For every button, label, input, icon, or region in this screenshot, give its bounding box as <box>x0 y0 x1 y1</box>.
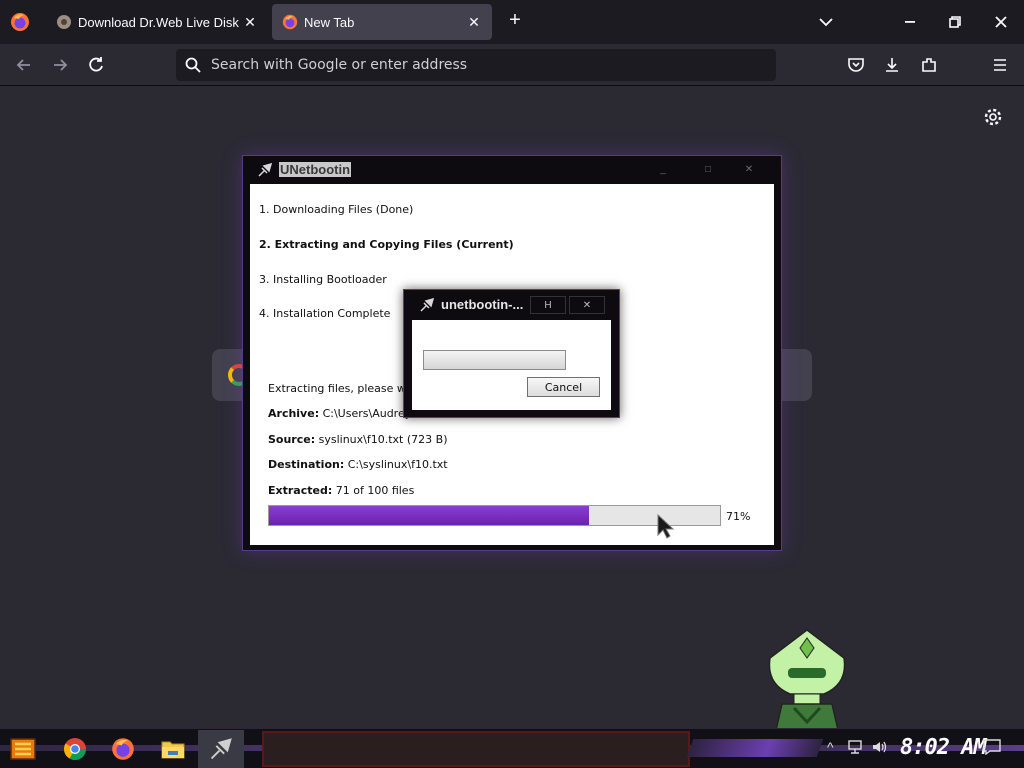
mouse-pointer-icon <box>656 513 678 540</box>
chevron-down-icon[interactable] <box>816 12 836 32</box>
destination-row: Destination: C:\syslinux\f10.txt <box>268 458 448 471</box>
dialog-title[interactable]: unetbootin-... <box>441 297 527 312</box>
cancel-button[interactable]: Cancel <box>527 377 600 397</box>
network-icon[interactable] <box>847 739 863 758</box>
step-installation-complete: 4. Installation Complete <box>259 307 391 320</box>
tab-title: New Tab <box>304 14 355 30</box>
unetbootin-dialog: unetbootin-... H ✕ Cancel <box>403 289 620 418</box>
window-title: UNetbootin <box>279 162 352 177</box>
source-row: Source: syslinux\f10.txt (723 B) <box>268 433 448 446</box>
tab-title: Download Dr.Web Live Disk 9 <box>78 14 242 30</box>
firefox-icon[interactable] <box>106 733 140 765</box>
firefox-icon[interactable] <box>10 12 30 32</box>
volume-icon[interactable] <box>871 739 887 758</box>
notification-icon[interactable] <box>983 739 1001 758</box>
tray-overflow-chevron[interactable]: ^ <box>827 739 834 755</box>
minimize-icon[interactable] <box>896 8 924 36</box>
unetbootin-icon[interactable] <box>204 733 238 765</box>
start-menu-icon[interactable] <box>6 733 40 765</box>
step-downloading: 1. Downloading Files (Done) <box>259 203 414 216</box>
dialog-content: Cancel <box>412 320 611 410</box>
extraction-progress-bar <box>268 505 721 526</box>
source-value: syslinux\f10.txt (723 B) <box>318 433 448 446</box>
gear-icon[interactable] <box>982 106 1004 128</box>
restore-icon[interactable] <box>941 8 969 36</box>
taskbar-window-preview <box>262 731 690 767</box>
tab-drweb-download[interactable]: Download Dr.Web Live Disk 9 ✕ <box>46 4 268 40</box>
minimize-button[interactable]: _ <box>645 162 681 178</box>
archive-label: Archive: <box>268 407 320 420</box>
new-tab-button[interactable]: + <box>504 10 526 32</box>
destination-label: Destination: <box>268 458 345 471</box>
firefox-icon <box>282 14 298 30</box>
taskbar: ^ 8:02 AM <box>0 728 1024 768</box>
hamburger-menu-icon[interactable] <box>989 54 1011 76</box>
file-explorer-icon[interactable] <box>156 733 190 765</box>
tab-strip: Download Dr.Web Live Disk 9 ✕ New Tab ✕ … <box>0 0 1024 44</box>
peridot-character-icon <box>764 628 850 731</box>
search-input[interactable] <box>211 57 771 73</box>
close-button[interactable]: ✕ <box>731 162 767 178</box>
maximize-button[interactable]: □ <box>690 162 726 178</box>
unetbootin-icon <box>420 297 435 312</box>
extracted-row: Extracted: 71 of 100 files <box>268 484 414 497</box>
chrome-icon[interactable] <box>58 733 92 765</box>
search-icon <box>184 56 202 74</box>
forward-arrow-icon[interactable] <box>49 54 71 76</box>
close-icon[interactable] <box>987 8 1015 36</box>
step-installing-bootloader: 3. Installing Bootloader <box>259 273 387 286</box>
drweb-spider-icon <box>56 14 72 30</box>
download-icon[interactable] <box>881 54 903 76</box>
unetbootin-icon <box>258 162 273 177</box>
close-tab-icon[interactable]: ✕ <box>466 14 482 31</box>
taskbar-clock[interactable]: 8:02 AM <box>900 735 987 760</box>
pocket-icon[interactable] <box>845 54 867 76</box>
reload-icon[interactable] <box>85 54 107 76</box>
close-tab-icon[interactable]: ✕ <box>242 14 258 31</box>
tab-new-tab[interactable]: New Tab ✕ <box>272 4 492 40</box>
progress-percent: 71% <box>726 510 751 523</box>
back-arrow-icon[interactable] <box>13 54 35 76</box>
dialog-progress-bar <box>423 350 566 370</box>
navigation-toolbar <box>0 44 1024 86</box>
taskbar-decoration <box>686 739 824 757</box>
extensions-icon[interactable] <box>918 54 940 76</box>
unetbootin-titlebar[interactable]: UNetbootin _ □ ✕ <box>243 156 781 184</box>
progress-fill <box>269 506 590 525</box>
source-label: Source: <box>268 433 316 446</box>
archive-row: Archive: C:\Users\Audrey H <box>268 407 423 420</box>
dialog-close-button[interactable]: ✕ <box>569 296 605 314</box>
url-bar[interactable] <box>176 49 776 81</box>
step-extracting: 2. Extracting and Copying Files (Current… <box>259 238 514 251</box>
destination-value: C:\syslinux\f10.txt <box>347 458 448 471</box>
extracted-label: Extracted: <box>268 484 333 497</box>
dialog-help-button[interactable]: H <box>530 296 566 314</box>
extracted-value: 71 of 100 files <box>335 484 415 497</box>
